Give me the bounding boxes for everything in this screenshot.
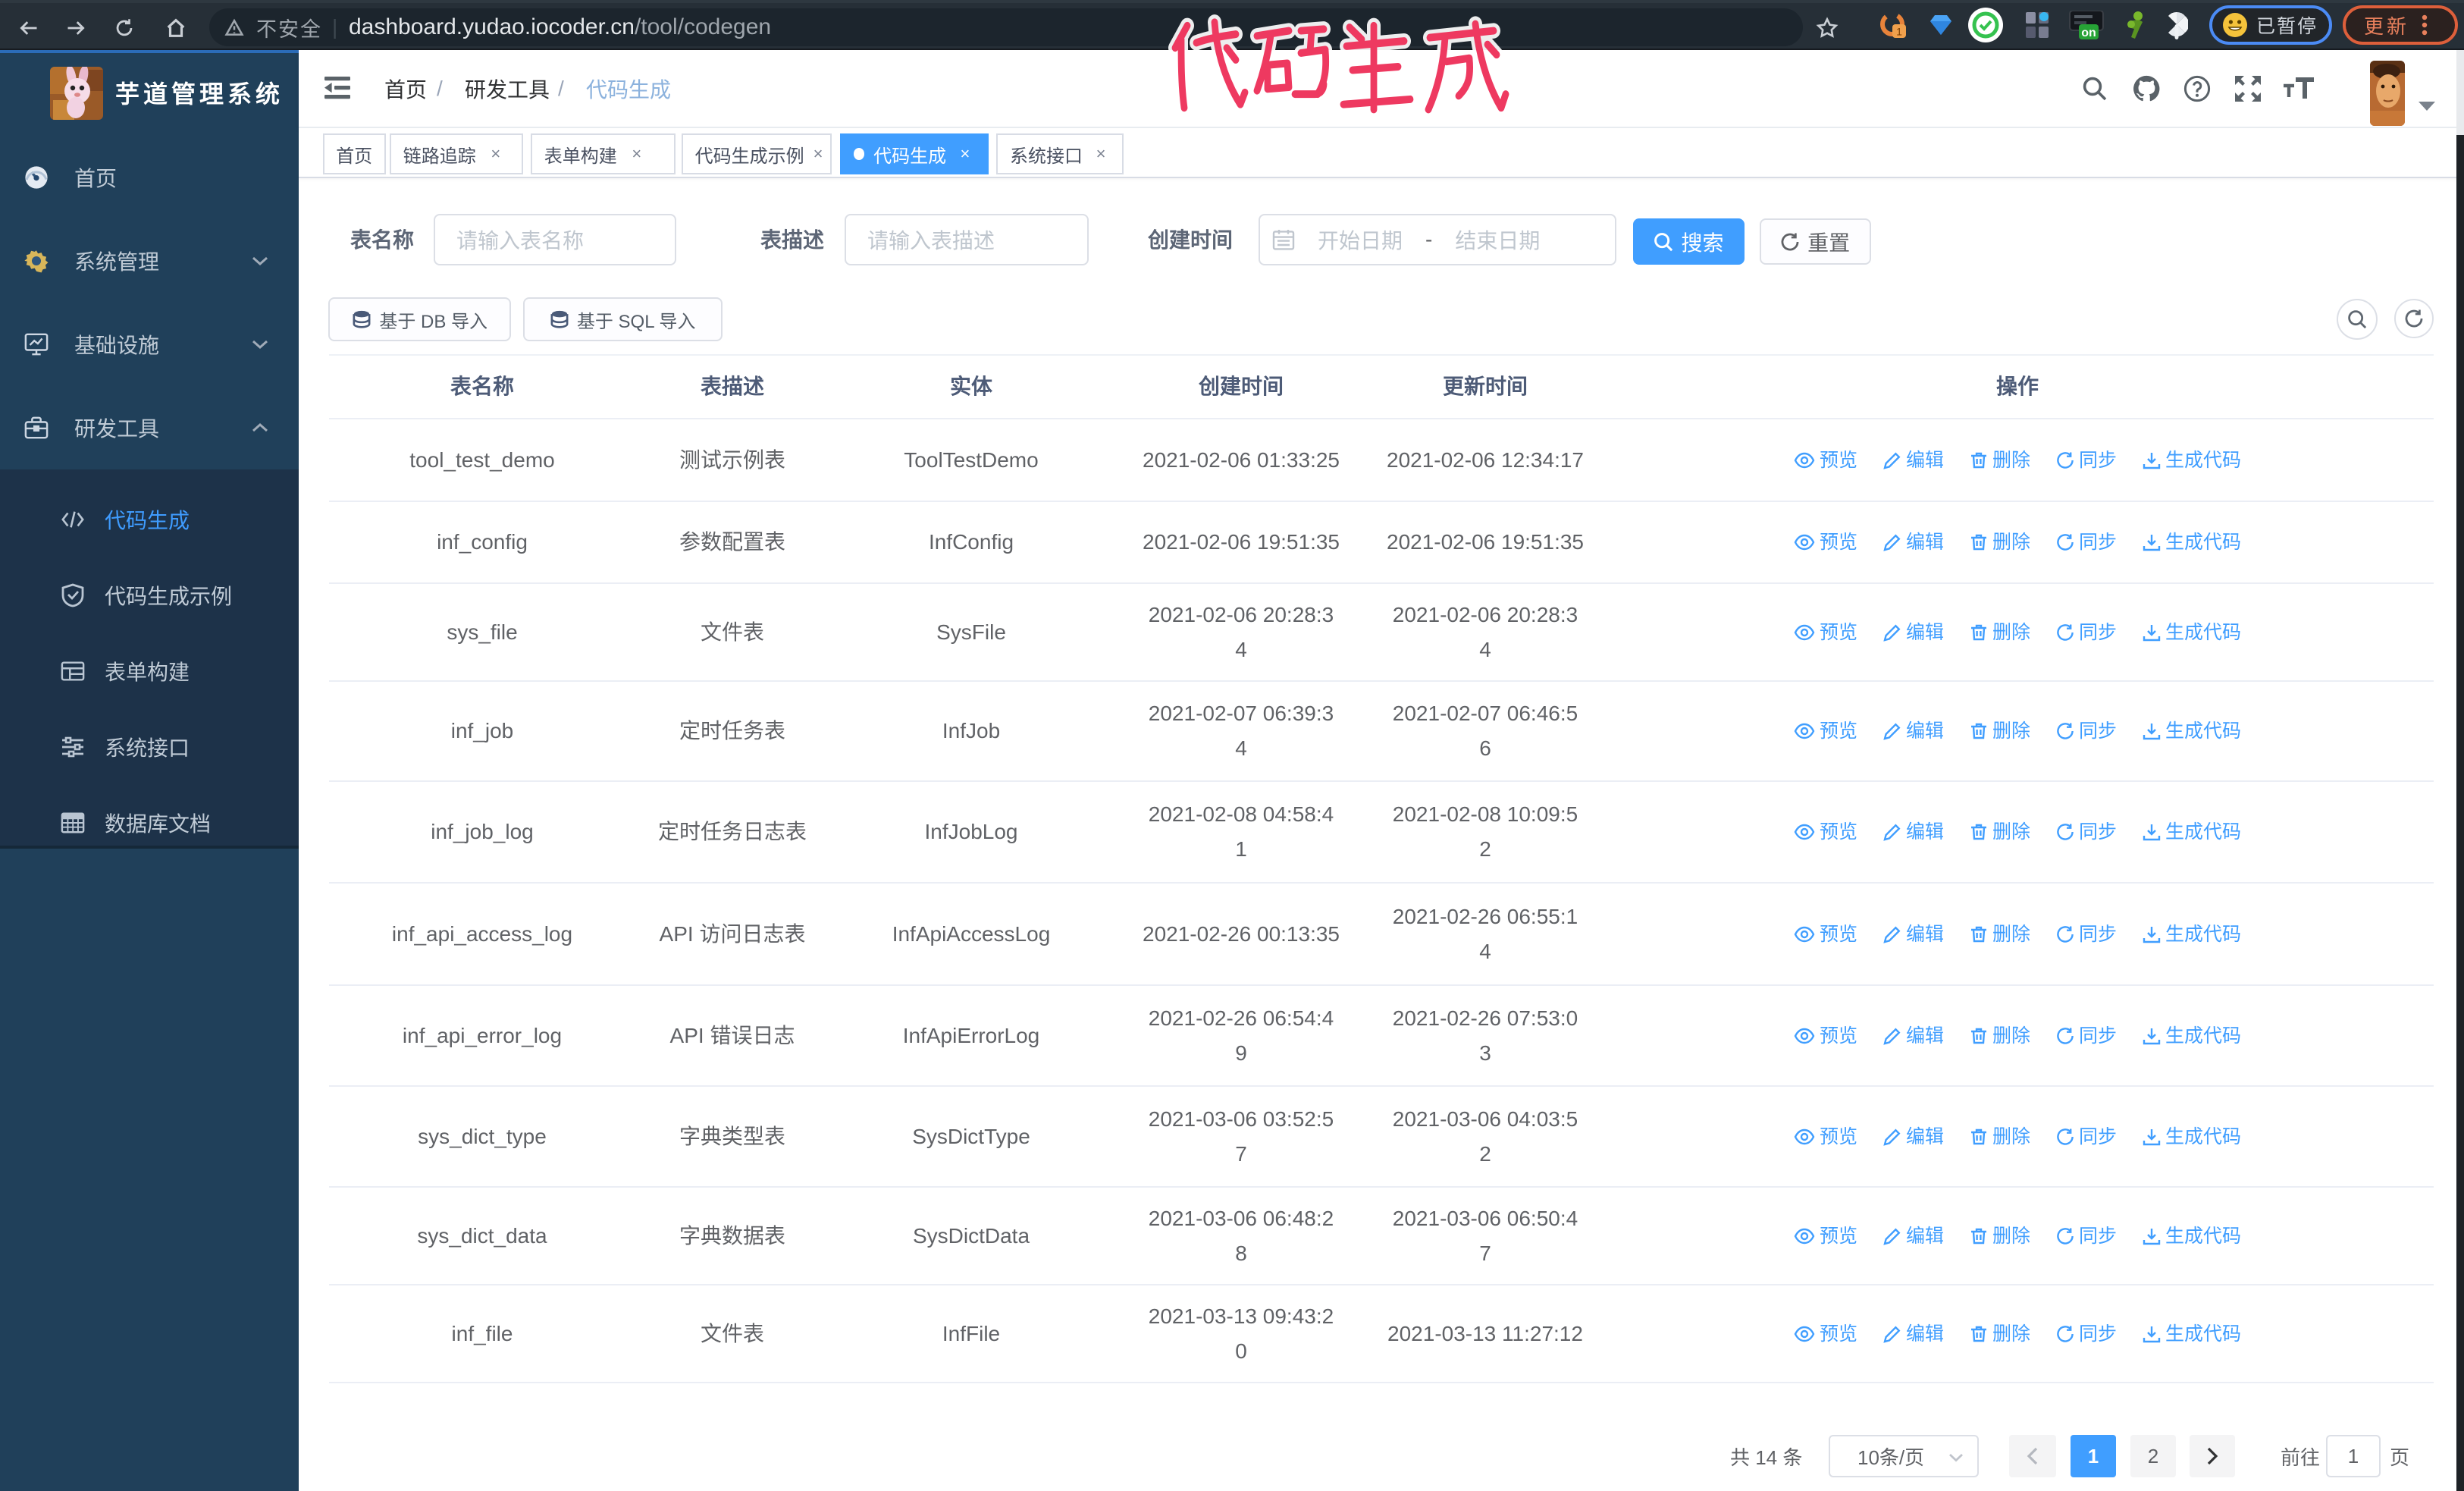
svg-text:1: 1: [1896, 25, 1902, 37]
svg-text:on: on: [2081, 27, 2096, 39]
